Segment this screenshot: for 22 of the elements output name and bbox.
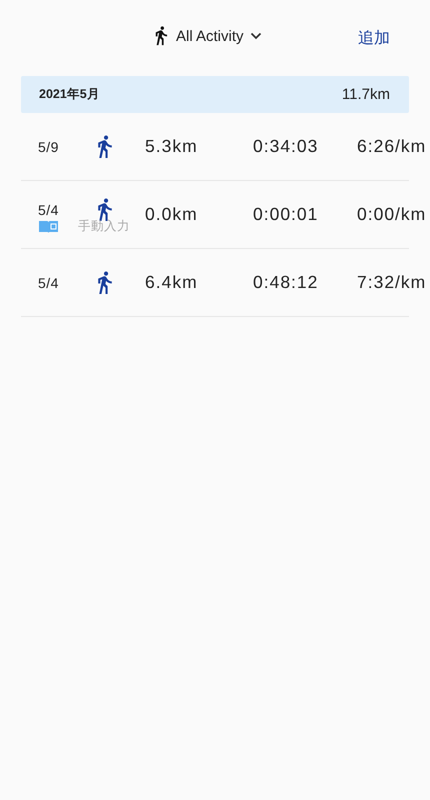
add-button[interactable]: 追加: [358, 28, 390, 48]
runner-icon: [95, 270, 115, 294]
duration-value: 0:48:12: [253, 272, 320, 293]
date-label: 5/4: [38, 202, 60, 218]
chevron-down-icon: [250, 32, 262, 40]
distance-value: 5.3km: [145, 136, 199, 157]
date-label: 5/9: [38, 138, 60, 154]
book-icon: [39, 220, 58, 233]
date-label: 5/4: [38, 274, 60, 290]
month-label: 2021年5月: [39, 86, 100, 103]
month-total: 11.7km: [342, 86, 390, 103]
duration-value: 0:00:01: [253, 204, 320, 225]
pace-value: 7:32/km: [357, 272, 426, 293]
pace-value: 6:26/km: [357, 136, 426, 157]
manual-entry-label: 手動入力: [78, 218, 130, 235]
duration-value: 0:34:03: [253, 136, 320, 157]
runner-icon: [95, 198, 115, 222]
distance-value: 0.0km: [145, 204, 199, 225]
pace-value: 0:00/km: [357, 204, 426, 225]
activity-filter[interactable]: All Activity: [152, 26, 262, 46]
distance-value: 6.4km: [145, 272, 199, 293]
runner-icon: [95, 134, 115, 158]
